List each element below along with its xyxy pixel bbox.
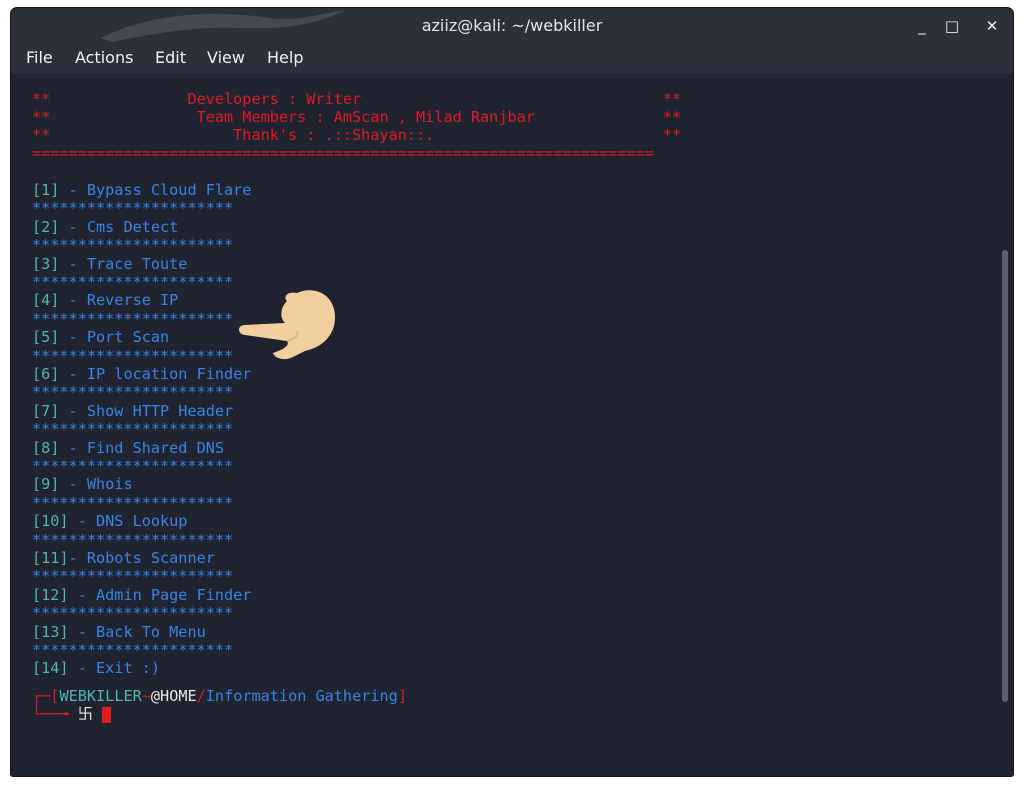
option-label: - Exit :)	[68, 659, 161, 678]
option-number: [12]	[32, 585, 69, 604]
banner-team-members: ** Team Members : AmScan , Milad Ranjbar…	[32, 108, 682, 126]
menu-view[interactable]: View	[207, 44, 245, 74]
option-label: - Cms Detect	[59, 217, 179, 236]
option-number: [2]	[32, 217, 60, 236]
prompt-user: WEBKILLER	[59, 687, 142, 705]
menu-option: [2] - Cms Detect	[32, 218, 178, 236]
menu-option: [14] - Exit :)	[32, 659, 160, 677]
option-label: - Whois	[59, 475, 133, 494]
option-separator: **********************	[32, 273, 234, 291]
option-label: - DNS Lookup	[68, 512, 188, 531]
prompt-host: @HOME	[150, 687, 197, 705]
menu-file[interactable]: File	[26, 44, 53, 74]
menu-option: [7] - Show HTTP Header	[32, 402, 233, 420]
option-label: - Back To Menu	[68, 622, 206, 641]
option-separator: **********************	[32, 493, 234, 512]
menu-option: [12] - Admin Page Finder	[32, 586, 251, 604]
prompt-corner-bottom: └──╼	[32, 705, 78, 723]
option-label: - Port Scan	[59, 328, 170, 347]
option-number: [5]	[32, 328, 60, 347]
terminal-window: aziiz@kali: ~/webkiller _ □ ✕ File Actio…	[11, 8, 1013, 776]
option-number: [11]	[32, 549, 69, 567]
menu-option: [10] - DNS Lookup	[32, 512, 187, 530]
menu-edit[interactable]: Edit	[155, 44, 186, 74]
prompt-bracket-right: ]	[397, 687, 407, 705]
prompt-slash: /	[196, 687, 206, 705]
option-label: - Find Shared DNS	[59, 438, 225, 457]
option-label: - Bypass Cloud Flare	[59, 181, 252, 199]
maximize-button[interactable]: □	[940, 14, 964, 38]
prompt-symbol: 卐	[77, 705, 103, 723]
banner-thanks: ** Thank's : .::Shayan::. **	[32, 126, 682, 144]
option-label: - Robots Scanner	[68, 549, 215, 567]
option-separator: **********************	[32, 641, 234, 659]
prompt-path: Information Gathering	[205, 687, 398, 705]
option-number: [3]	[32, 254, 60, 273]
pointing-hand-icon	[239, 290, 335, 360]
option-separator: **********************	[32, 604, 234, 623]
menu-option: [6] - IP location Finder	[32, 365, 251, 383]
menu-option: [9] - Whois	[32, 475, 133, 493]
option-number: [7]	[32, 401, 60, 420]
option-number: [6]	[32, 365, 60, 383]
option-number: [4]	[32, 291, 60, 310]
menu-option: [4] - Reverse IP	[32, 291, 178, 309]
option-separator: **********************	[32, 567, 234, 586]
option-separator: **********************	[32, 199, 234, 218]
option-number: [13]	[32, 622, 69, 641]
option-separator: **********************	[32, 383, 234, 402]
option-separator: **********************	[32, 420, 234, 439]
option-number: [14]	[32, 659, 69, 678]
option-number: [10]	[32, 512, 69, 531]
close-button[interactable]: ✕	[980, 14, 1004, 38]
prompt-tilde: ~	[141, 687, 151, 705]
menu-option: [13] - Back To Menu	[32, 623, 206, 641]
menu-option: [11]- Robots Scanner	[32, 549, 215, 567]
prompt-line: ┌─[WEBKILLER~@HOME/Information Gathering…	[32, 687, 407, 705]
title-bar[interactable]: aziiz@kali: ~/webkiller _ □ ✕	[11, 8, 1013, 44]
menu-option: [8] - Find Shared DNS	[32, 439, 224, 457]
menu-option: [5] - Port Scan	[32, 328, 169, 346]
option-label: - IP location Finder	[59, 365, 252, 383]
scrollbar-thumb[interactable]	[1002, 250, 1008, 702]
banner-developers: ** Developers : Writer **	[32, 90, 682, 108]
menu-actions[interactable]: Actions	[75, 44, 133, 74]
option-label: - Reverse IP	[59, 291, 179, 310]
text-cursor	[102, 706, 112, 723]
menu-option: [1] - Bypass Cloud Flare	[32, 181, 251, 199]
minimize-button[interactable]: _	[910, 14, 934, 38]
option-number: [1]	[32, 181, 60, 199]
terminal-output[interactable]: ** Developers : Writer ** ** Team Member…	[11, 74, 999, 776]
option-number: [9]	[32, 475, 60, 494]
menu-help[interactable]: Help	[267, 44, 303, 74]
option-label: - Admin Page Finder	[68, 585, 252, 604]
option-separator: **********************	[32, 457, 234, 475]
prompt-corner-top: ┌─	[32, 687, 51, 705]
window-title: aziiz@kali: ~/webkiller	[421, 16, 603, 35]
prompt-input-line[interactable]: └──╼ 卐	[32, 705, 112, 723]
menu-option: [3] - Trace Toute	[32, 255, 187, 273]
menu-bar: File Actions Edit View Help	[11, 44, 1013, 74]
option-label: - Show HTTP Header	[59, 401, 234, 420]
option-separator: **********************	[32, 236, 234, 255]
option-separator: **********************	[32, 309, 234, 328]
option-separator: **********************	[32, 530, 234, 549]
scrollbar[interactable]	[1001, 74, 1011, 776]
option-label: - Trace Toute	[59, 254, 188, 273]
banner-rule: ========================================…	[32, 144, 654, 162]
option-number: [8]	[32, 438, 60, 457]
option-separator: **********************	[32, 346, 234, 365]
